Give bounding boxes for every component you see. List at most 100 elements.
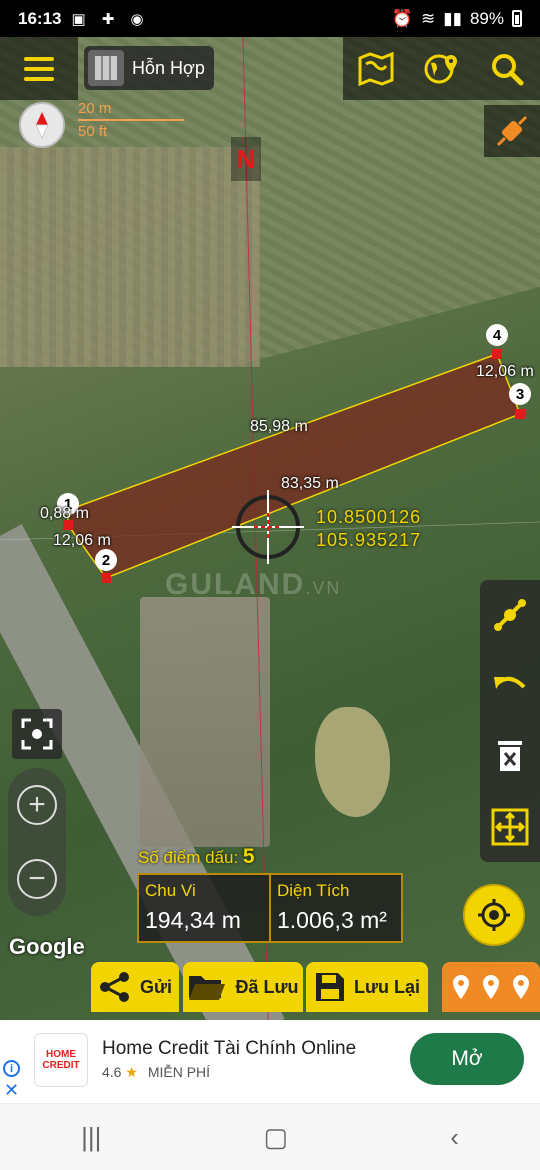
undo-button[interactable] <box>487 663 533 709</box>
scale-imperial: 50 ft <box>78 123 108 140</box>
zoom-in-button[interactable]: + <box>17 785 57 825</box>
status-bar: 16:13 ▣ ✚ ◉ ⏰ ≋ ▮▮ 89% <box>0 0 540 37</box>
wifi-icon: ≋ <box>421 8 436 28</box>
area-label: Diện Tích <box>277 881 350 900</box>
edit-toolstrip <box>480 580 540 862</box>
zoom-out-button[interactable]: − <box>17 859 57 899</box>
crosshair-longitude: 105.935217 <box>316 530 422 550</box>
battery-percent: 89% <box>469 8 504 28</box>
delete-button[interactable] <box>487 733 533 779</box>
polyline-icon <box>494 599 526 632</box>
perimeter-label: Chu Vi <box>145 881 196 900</box>
segment-length-right: 12,06 m <box>476 363 534 380</box>
point-label-3: 3 <box>509 383 531 405</box>
pin-icon <box>513 975 529 999</box>
notification-icons: ▣ ✚ ◉ <box>71 10 150 28</box>
map-layers-icon <box>358 51 394 86</box>
menu-icon-bar <box>24 56 54 61</box>
expand-arrows-icon <box>491 808 529 846</box>
alarm-icon: ⏰ <box>391 8 413 28</box>
top-right-toolbar <box>343 37 540 100</box>
back-icon[interactable]: ‹ <box>450 1122 459 1153</box>
earth-location-button[interactable] <box>421 49 461 89</box>
point-count: Số điểm dấu: 5 <box>138 845 255 869</box>
signal-icon: ▮▮ <box>443 8 462 28</box>
plot-point-2[interactable] <box>101 573 111 583</box>
map-type-label: Hỗn Hợp <box>132 57 205 78</box>
markers-button[interactable] <box>442 962 540 1012</box>
ad-rating: 4.6 <box>102 1064 122 1080</box>
pin-icon <box>483 975 499 999</box>
zoom-controls: + − <box>8 768 66 916</box>
search-button[interactable] <box>487 49 527 89</box>
logo-line-1: HOME <box>46 1049 76 1060</box>
segment-length-top: 85,98 m <box>250 418 308 435</box>
trash-icon <box>498 741 522 772</box>
my-location-button[interactable] <box>463 884 525 946</box>
map-type-icon <box>88 50 124 86</box>
point-label-4: 4 <box>486 324 508 346</box>
system-nav-bar: ||| ▢ ‹ <box>0 1103 540 1170</box>
status-time: 16:13 <box>18 8 62 28</box>
watermark-brand: GULAND <box>165 568 306 601</box>
perimeter-value: 194,34 m <box>145 907 241 933</box>
focus-frame-icon <box>21 718 53 750</box>
scale-metric: 20 m <box>78 100 184 121</box>
battery-icon <box>512 10 522 27</box>
folder-icon <box>189 976 226 1000</box>
map-type-selector[interactable]: Hỗn Hợp <box>84 46 214 90</box>
recent-apps-icon[interactable]: ||| <box>81 1122 101 1153</box>
share-icon <box>99 972 129 1002</box>
watermark-suffix: .VN <box>305 578 342 598</box>
point-label-2: 2 <box>95 549 117 571</box>
ad-price: MIỄN PHÍ <box>147 1064 211 1080</box>
draw-line-button[interactable] <box>487 592 533 638</box>
save-label: Lưu Lại <box>353 976 421 997</box>
crosshair-latitude: 10.8500126 <box>316 507 422 527</box>
map-layers-button[interactable] <box>356 49 396 89</box>
undo-icon <box>494 676 526 689</box>
earth-location-icon <box>424 54 458 83</box>
area-cell: Diện Tích 1.006,3 m² <box>269 875 401 941</box>
fit-bounds-button[interactable] <box>487 804 533 850</box>
action-bar: Gửi Đã Lưu Lưu Lại <box>0 962 540 1012</box>
my-location-icon <box>478 899 510 931</box>
menu-button[interactable] <box>0 37 78 100</box>
logo-line-2: CREDIT <box>42 1060 80 1071</box>
menu-icon-bar <box>24 76 54 81</box>
star-icon: ★ <box>125 1064 138 1080</box>
segment-length-left: 12,06 m <box>53 532 111 549</box>
send-button[interactable]: Gửi <box>91 962 179 1012</box>
gps-tool-icon <box>496 115 528 147</box>
area-value: 1.006,3 m² <box>277 907 387 933</box>
gps-tool-button[interactable] <box>484 105 540 157</box>
ad-banner[interactable]: i ✕ HOME CREDIT Home Credit Tài Chính On… <box>0 1020 540 1103</box>
ad-close-icon[interactable]: ✕ <box>4 1080 19 1101</box>
pin-icon <box>453 975 469 999</box>
ad-meta: 4.6 ★ MIỄN PHÍ <box>102 1064 210 1081</box>
north-indicator: N <box>231 137 261 181</box>
plot-point-3[interactable] <box>515 409 525 419</box>
point-count-label: Số điểm dấu: <box>138 848 239 867</box>
ad-info-icon[interactable]: i <box>3 1060 20 1077</box>
point-count-value: 5 <box>242 845 255 868</box>
ad-open-button[interactable]: Mở <box>410 1033 524 1085</box>
saved-button[interactable]: Đã Lưu <box>183 962 303 1012</box>
compass-button[interactable] <box>19 102 65 148</box>
saved-label: Đã Lưu <box>235 976 299 997</box>
segment-length-bottom: 83,35 m <box>281 475 339 492</box>
focus-plot-button[interactable] <box>12 709 62 759</box>
map-scale: 20 m 50 ft <box>78 100 188 140</box>
menu-icon-bar <box>24 66 54 71</box>
ad-title: Home Credit Tài Chính Online <box>102 1038 357 1059</box>
status-right: ⏰ ≋ ▮▮ 89% <box>392 9 522 29</box>
perimeter-cell: Chu Vi 194,34 m <box>139 875 269 941</box>
google-logo: Google <box>9 934 85 959</box>
save-button[interactable]: Lưu Lại <box>306 962 428 1012</box>
compass-icon <box>35 112 49 140</box>
send-label: Gửi <box>139 976 173 997</box>
home-icon[interactable]: ▢ <box>264 1122 289 1153</box>
search-icon <box>492 53 524 85</box>
watermark: GULAND.VN <box>165 568 341 602</box>
plot-point-4[interactable] <box>492 349 502 359</box>
